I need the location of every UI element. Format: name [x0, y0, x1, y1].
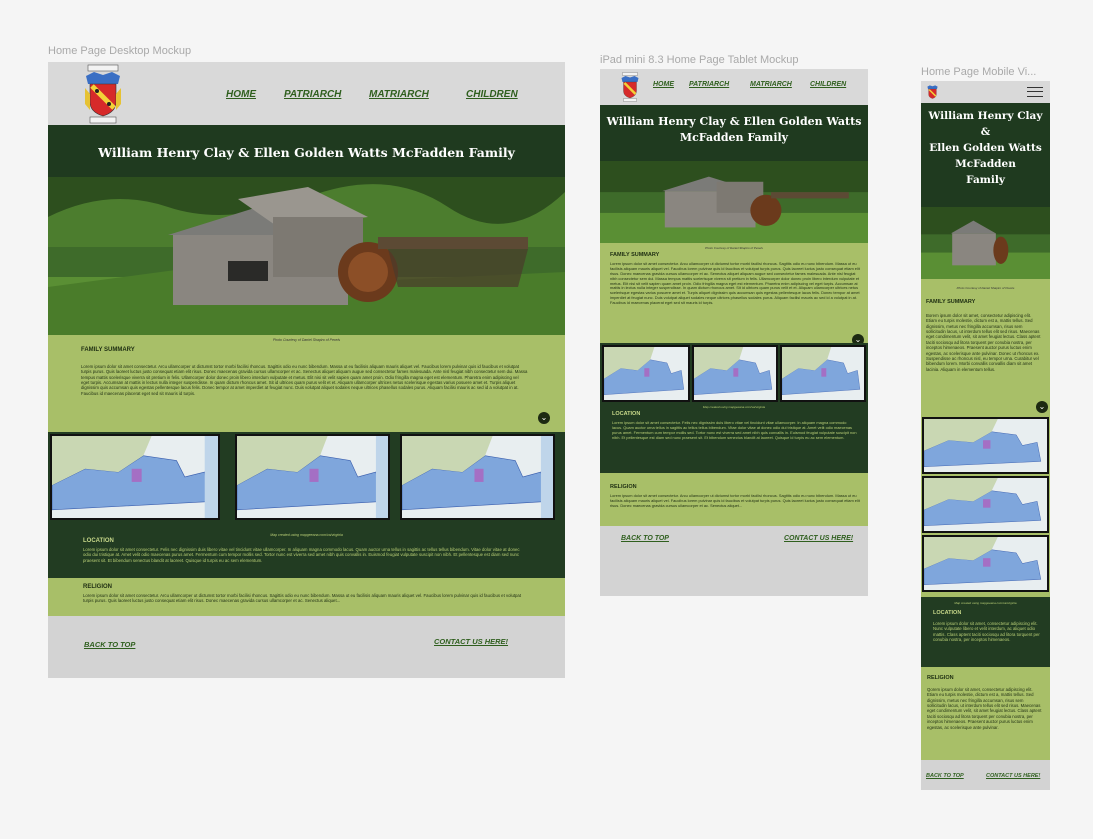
religion-section: RELIGION Qorem ipsum dolor sit amet, con… — [921, 667, 1050, 760]
mobile-mockup: William Henry Clay & Ellen Golden Watts … — [921, 81, 1050, 790]
family-summary-text: Borem ipsum dolor sit amet, consectetur … — [926, 313, 1041, 372]
page-title: William Henry Clay & Ellen Golden Watts … — [98, 145, 515, 160]
title-banner: William Henry Clay & Ellen Golden Watts … — [48, 125, 565, 177]
mobile-frame-label: Home Page Mobile Vi... — [921, 66, 1037, 78]
nav-children-link[interactable]: CHILDREN — [466, 89, 518, 100]
page-title-line-2: McFadden Family — [679, 131, 789, 144]
header — [921, 81, 1050, 103]
desktop-mockup: HOME PATRIARCH MATRIARCH CHILDREN Willia… — [48, 62, 565, 678]
map-thumbnail-2[interactable] — [922, 476, 1049, 533]
back-to-top-link[interactable]: BACK TO TOP — [926, 773, 964, 779]
family-summary-text: Lorem ipsum dolor sit amet consectetur. … — [610, 261, 860, 305]
maps-section — [921, 417, 1050, 597]
family-summary-section: Photo Courtesy of Daniel Shapiro of Pexe… — [600, 243, 868, 346]
map-thumbnail-1[interactable] — [602, 345, 690, 402]
religion-text: Lorem ipsum dolor sit amet consectetur. … — [610, 493, 860, 508]
map-caption: Map created using mapgeeana.com/va/virgi… — [270, 533, 343, 537]
religion-heading: RELIGION — [83, 584, 113, 590]
family-crest-icon — [85, 64, 121, 124]
footer: BACK TO TOP CONTACT US HERE! — [921, 760, 1050, 790]
nav-patriarch-link[interactable]: PATRIARCH — [689, 81, 729, 88]
family-crest-icon — [927, 85, 938, 99]
family-summary-heading: FAMILY SUMMARY — [926, 299, 976, 305]
location-text: Lorem ipsum dolor sit amet, consectetur … — [933, 621, 1040, 643]
nav-home-link[interactable]: HOME — [226, 89, 256, 100]
family-crest-icon — [621, 72, 639, 102]
back-to-top-link[interactable]: BACK TO TOP — [621, 535, 669, 542]
location-section: Map created using mapgeeana.com/va/virgi… — [600, 343, 868, 473]
photo-caption: Photo Courtesy of Daniel Shapiro of Pexe… — [705, 246, 763, 250]
location-heading: LOCATION — [83, 538, 114, 544]
back-to-top-link[interactable]: BACK TO TOP — [84, 640, 135, 649]
expand-chevron-icon[interactable]: ⌄ — [1036, 401, 1048, 413]
tablet-frame-label: iPad mini 8.3 Home Page Tablet Mockup — [600, 54, 799, 66]
location-heading: LOCATION — [612, 411, 641, 417]
nav-home-link[interactable]: HOME — [653, 81, 674, 88]
family-summary-section: Photo Courtesy of Daniel Shapiro of Pexe… — [921, 279, 1050, 417]
family-summary-heading: FAMILY SUMMARY — [81, 347, 135, 353]
family-summary-section: Photo Courtesy of Daniel Shapiro of Pexe… — [48, 335, 565, 432]
expand-chevron-icon[interactable]: ⌄ — [538, 412, 550, 424]
page-title-line-1: William Henry Clay — [928, 110, 1043, 122]
nav-matriarch-link[interactable]: MATRIARCH — [750, 81, 792, 88]
map-caption: Map created using mapgeeana.com/va/virgi… — [702, 405, 766, 409]
contact-link[interactable]: CONTACT US HERE! — [784, 535, 853, 542]
header: HOME PATRIARCH MATRIARCH CHILDREN — [600, 69, 868, 105]
photo-caption: Photo Courtesy of Daniel Shapiro of Pexe… — [272, 338, 341, 342]
title-banner: William Henry Clay & Ellen Golden Watts … — [921, 103, 1050, 207]
footer: BACK TO TOP CONTACT US HERE! — [48, 616, 565, 678]
hero-photo — [921, 207, 1050, 279]
page-title-line-4: McFadden — [955, 158, 1016, 170]
page-title-line-3: Ellen Golden Watts — [929, 142, 1042, 154]
hero-photo — [600, 161, 868, 243]
religion-section: RELIGION Lorem ipsum dolor sit amet cons… — [48, 578, 565, 616]
map-thumbnail-3[interactable] — [400, 434, 555, 520]
map-thumbnail-3[interactable] — [922, 535, 1049, 592]
hamburger-menu-icon[interactable] — [1027, 87, 1043, 97]
tablet-mockup: HOME PATRIARCH MATRIARCH CHILDREN Willia… — [600, 69, 868, 596]
location-heading: LOCATION — [933, 610, 962, 616]
nav-patriarch-link[interactable]: PATRIARCH — [284, 89, 341, 100]
location-section: Map created using mapgeeana.com/va/virgi… — [48, 432, 565, 578]
location-section: Map created using mapgeeana.com/va/virgi… — [921, 597, 1050, 667]
header: HOME PATRIARCH MATRIARCH CHILDREN — [48, 62, 565, 125]
footer: BACK TO TOP CONTACT US HERE! — [600, 526, 868, 596]
hero-photo — [48, 177, 565, 335]
religion-heading: RELIGION — [610, 484, 637, 490]
map-thumbnail-2[interactable] — [235, 434, 390, 520]
photo-caption: Photo Courtesy of Daniel Shapiro of Pexe… — [956, 286, 1015, 290]
map-thumbnail-1[interactable] — [50, 434, 220, 520]
map-thumbnail-3[interactable] — [780, 345, 866, 402]
desktop-frame-label: Home Page Desktop Mockup — [48, 45, 192, 57]
family-summary-heading: FAMILY SUMMARY — [610, 252, 660, 258]
family-summary-text: Lorem ipsum dolor sit amet consectetur. … — [81, 364, 528, 396]
religion-section: RELIGION Lorem ipsum dolor sit amet cons… — [600, 473, 868, 526]
map-thumbnail-1[interactable] — [922, 417, 1049, 474]
map-thumbnail-2[interactable] — [692, 345, 778, 402]
page-title-line-5: Family — [966, 174, 1005, 186]
religion-text: Lorem ipsum dolor sit amet consectetur. … — [83, 593, 522, 604]
map-caption: Map created using mapgeeana.com/va/virgi… — [954, 601, 1017, 605]
contact-link[interactable]: CONTACT US HERE! — [986, 773, 1040, 779]
page-title-line-2: & — [980, 126, 991, 138]
title-banner: William Henry Clay & Ellen Golden Watts … — [600, 105, 868, 161]
location-text: Lorem ipsum dolor sit amet consectetur. … — [83, 547, 520, 563]
location-text: Lorem ipsum dolor sit amet consectetur. … — [612, 420, 857, 440]
nav-matriarch-link[interactable]: MATRIARCH — [369, 89, 429, 100]
religion-text: Qorem ipsum dolor sit amet, consectetur … — [927, 687, 1042, 730]
nav-children-link[interactable]: CHILDREN — [810, 81, 846, 88]
contact-link[interactable]: CONTACT US HERE! — [434, 637, 508, 646]
religion-heading: RELIGION — [927, 675, 954, 681]
page-title-line-1: William Henry Clay & Ellen Golden Watts — [606, 115, 862, 128]
